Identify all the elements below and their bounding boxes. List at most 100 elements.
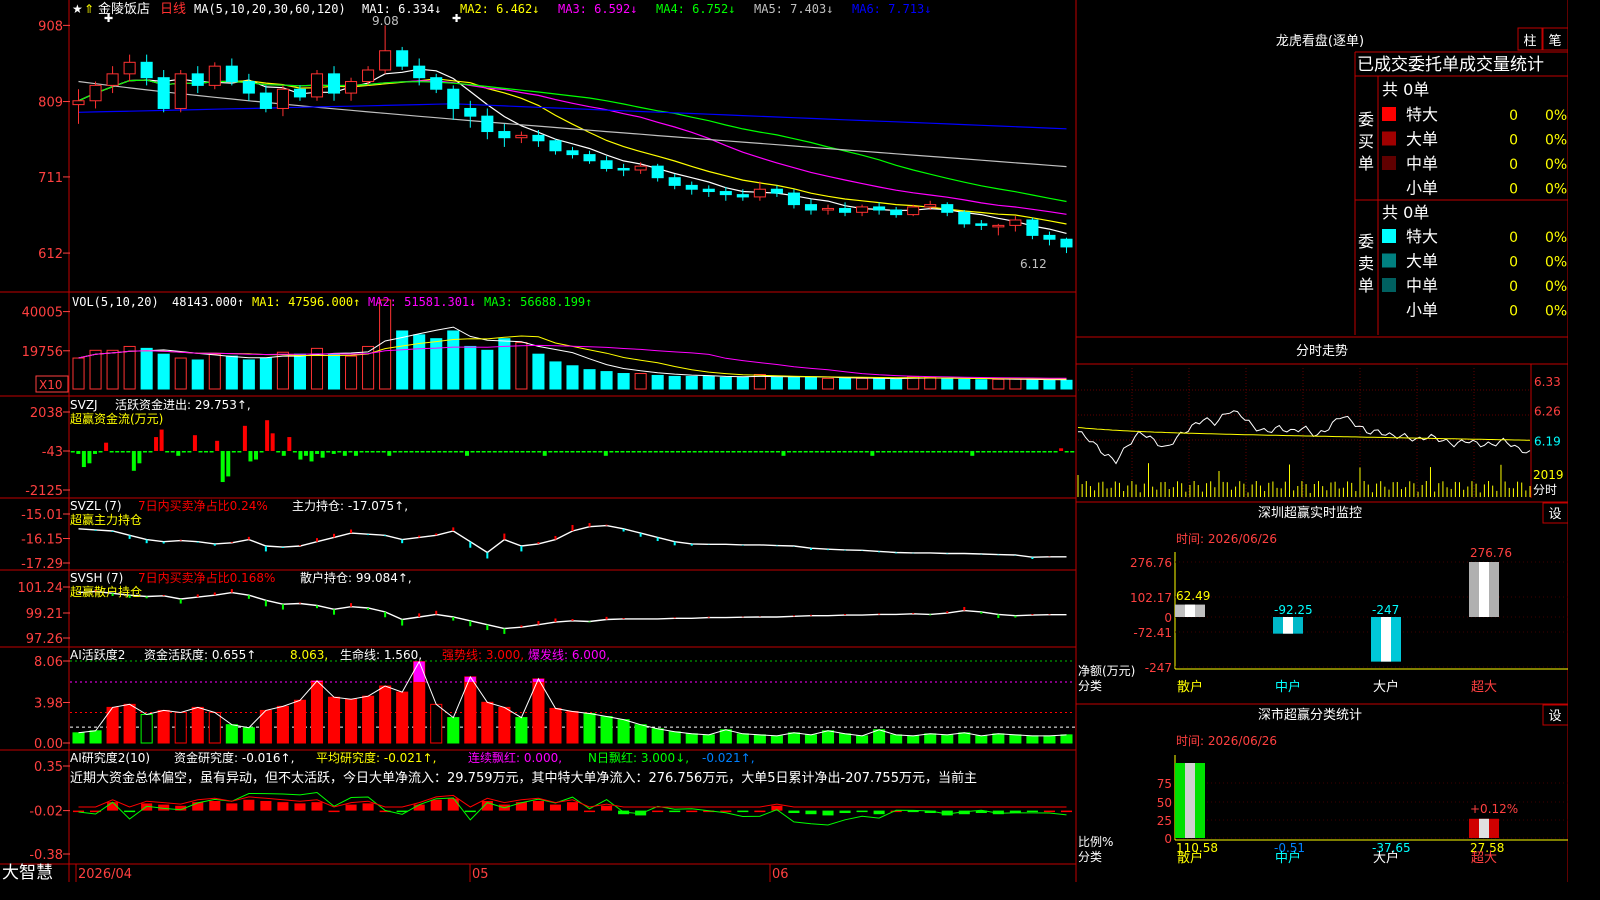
fund-flow-bar [76,450,81,454]
research-bar [566,802,579,811]
fund-flow-bar [126,450,131,453]
buy-total: 共 0单 [1382,80,1429,99]
fund-flow-bar [470,450,475,453]
fund-flow-bar [448,450,453,453]
fund-flow-bar [487,450,492,453]
fund-flow-bar [975,450,980,453]
intraday-panel: 分时走势 6.33 6.26 6.19 2019分时 [1076,343,1568,498]
row-swatch [1382,302,1396,317]
fund-flow-bar [281,450,286,456]
x-tick-label: 05 [472,867,489,882]
panel-subtitle: 超赢资金流(万元) [70,411,163,426]
volume-bar [890,378,903,390]
category-label: 大户 [1373,679,1399,695]
volume-bar [379,299,392,390]
fund-flow-bar [653,450,658,453]
toggle-bar-label: 柱 [1523,34,1536,49]
period-label[interactable]: 日线 [160,2,186,17]
fund-flow-bar [226,450,231,477]
fund-flow-bar [970,450,975,456]
candle-body [1026,219,1039,236]
fund-flow-bar [265,420,270,451]
volume-stat: MA2: 51581.301↓ [368,295,476,309]
fund-flow-bar [587,450,592,453]
ma-item: MA5: 7.403↓ [754,2,833,16]
row-count: 0 [1509,108,1518,124]
fund-flow-bar [481,450,486,453]
panel-date: 时间: 2026/06/26 [1176,532,1277,546]
volume-bar [1043,379,1056,390]
fund-flow-bar [192,435,197,451]
activity-bar [924,733,937,744]
fund-flow-bar [87,450,92,464]
fund-flow-bar [864,450,869,453]
y-tick-label: 25 [1157,814,1172,828]
activity-bar [600,716,613,744]
fund-flow-bar [426,450,431,453]
row-pct: 0% [1545,255,1567,271]
main-holding-panel: -15.01 -16.15 -17.29 SVZL (7) 7日内买卖净占比0.24% 主… [21,498,1067,572]
fund-flow-bar [154,437,159,451]
research-bar [1026,810,1038,813]
fund-flow-bar [703,450,708,453]
fund-flow-bar [731,450,736,453]
row-count: 0 [1509,230,1518,246]
fund-flow-bar [120,450,125,453]
fund-flow-bar [148,450,153,453]
fund-flow-bar [254,450,259,460]
fund-flow-bar [1064,450,1069,453]
fund-flow-bar [176,450,181,456]
unit-label: 净额(万元) [1078,664,1135,678]
research-bar [243,799,255,811]
research-bar [362,803,374,811]
fund-flow-bar [986,450,991,453]
category-label: 超大 [1471,680,1497,695]
fund-flow-bar [659,450,664,453]
volume-bar [975,379,988,390]
fund-flow-bar [936,450,941,453]
fund-flow-bar [687,450,692,453]
fund-flow-bar [514,450,519,453]
fund-flow-bar [70,450,75,453]
ma-params: MA(5,10,20,30,60,120) [194,2,346,16]
activity-bar [123,703,136,744]
activity-bar [975,735,988,744]
y-tick-label: -247 [1145,661,1172,675]
category-bar-highlight [1479,818,1489,838]
volume-bar [958,378,971,390]
panel-title: SVZL (7) [70,499,122,513]
activity-bar [634,724,647,744]
volume-bar [992,378,1005,390]
intraday-y-label: 6.33 [1534,375,1561,389]
fund-flow-bar [337,450,342,453]
y-tick-label: 0 [1164,832,1172,846]
fund-flow-bar [664,450,669,453]
ma-item: MA6: 7.713↓ [852,2,931,16]
volume-bar [856,377,869,390]
fund-flow-bar [981,450,986,453]
fund-flow-bar [803,450,808,453]
fund-flow-bar [209,450,214,453]
candle-body [583,154,596,162]
candle-body [123,61,136,75]
research-bar [652,810,664,813]
ma-legend: MA1: 6.334↓ MA2: 6.462↓ MA3: 6.592↓ MA4: 6.… [362,2,931,16]
fund-flow-bar [848,450,853,453]
candle-body [787,192,800,206]
fund-flow-panel: 2038 -43 -2125 SVZJ 活跃资金进出: 29.753↑,超赢资金流(万元… [25,397,1075,499]
volume-bar [821,377,835,390]
fund-flow-bar [626,450,631,453]
row-swatch [1382,278,1396,292]
activity-bar [856,735,869,744]
panel-stat: -0.021↑, [702,751,755,765]
activity-bar [992,733,1005,744]
fund-flow-bar [442,450,447,453]
value-label: 62.49 [1176,589,1210,603]
activity-bar [839,733,852,744]
star-icon[interactable]: ★ [72,2,83,16]
fund-flow-bar [648,450,653,453]
activity-bar [481,701,494,744]
candle-body [566,150,579,156]
fund-flow-bar [1031,450,1036,453]
activity-bar [396,691,409,744]
